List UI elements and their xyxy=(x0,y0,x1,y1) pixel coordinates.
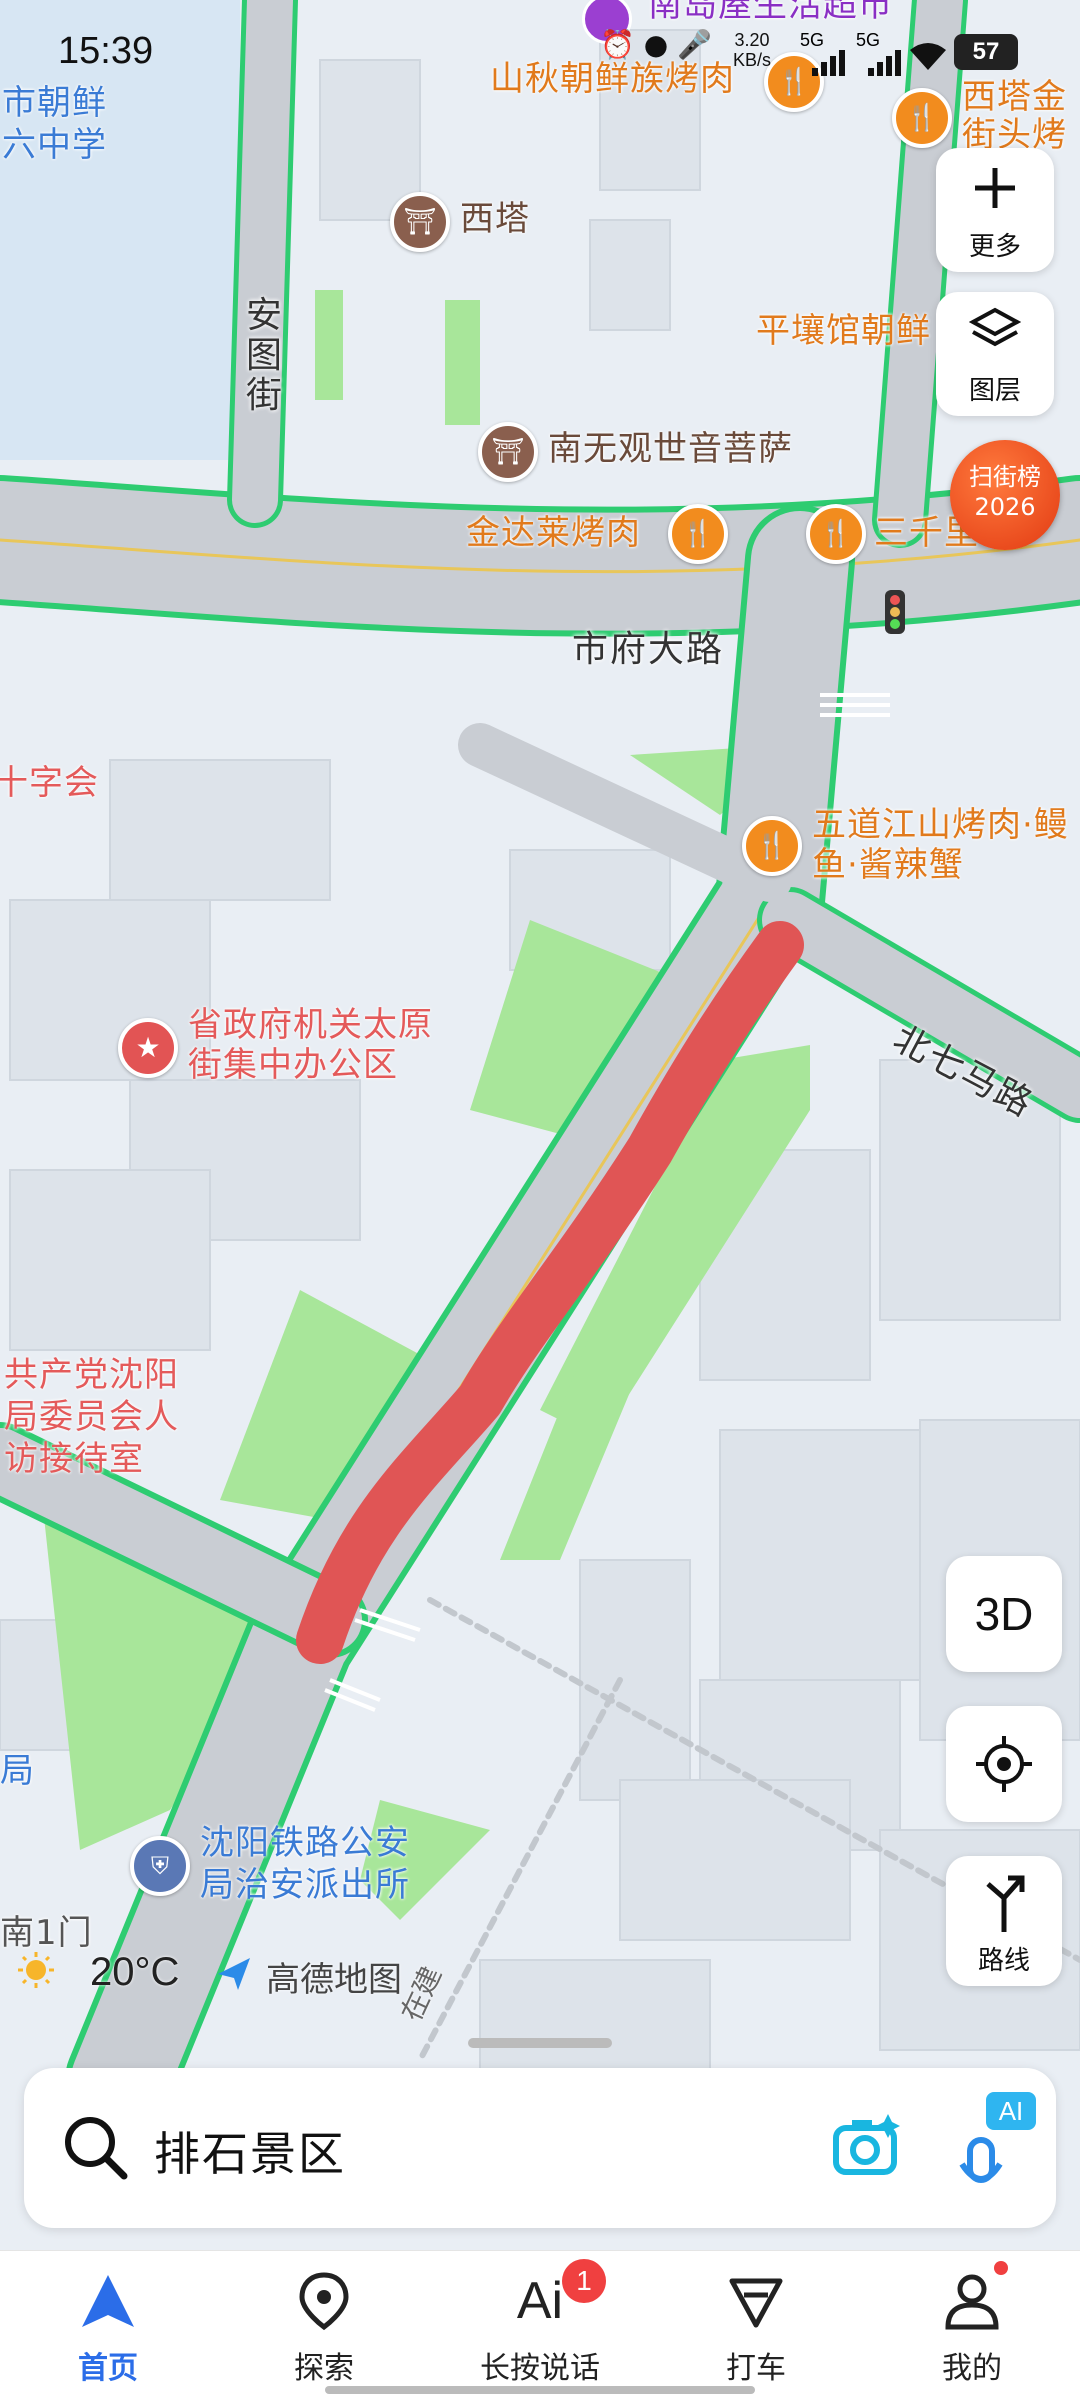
navigation-arrow-icon xyxy=(82,2275,134,2327)
street-antu-label: 安图街 xyxy=(246,295,285,416)
nav-explore-label: 探索 xyxy=(294,2351,354,2386)
poi-xita-label[interactable]: 西塔 xyxy=(460,198,530,240)
police-icon[interactable]: ⛨ xyxy=(130,1836,190,1896)
nav-voice[interactable]: Ai 1 长按说话 xyxy=(432,2251,648,2401)
nav-profile[interactable]: 我的 xyxy=(864,2251,1080,2401)
camera-search-icon[interactable] xyxy=(830,2110,902,2182)
layers-button[interactable]: 图层 xyxy=(936,292,1054,416)
poi-party-label3[interactable]: 访接待室 xyxy=(4,1438,144,1480)
poi-south-gate-label[interactable]: 南1门 xyxy=(0,1912,93,1954)
nav-taxi-label: 打车 xyxy=(726,2351,786,2386)
restaurant-icon[interactable]: 🍴 xyxy=(806,504,866,564)
poi-party-label1[interactable]: 共产党沈阳 xyxy=(4,1354,179,1396)
sun-icon xyxy=(16,1950,56,1990)
locate-icon xyxy=(976,1736,1032,1792)
layers-label: 图层 xyxy=(968,376,1021,406)
amap-logo-icon xyxy=(214,1954,254,1994)
route-label: 路线 xyxy=(977,1946,1030,1976)
poi-nanwu-label[interactable]: 南无观世音菩萨 xyxy=(548,428,793,470)
scan-badge-line1: 扫街榜 xyxy=(969,463,1041,491)
poi-police-label1[interactable]: 沈阳铁路公安 xyxy=(200,1822,410,1864)
nav-home-label: 首页 xyxy=(78,2351,138,2386)
government-icon[interactable]: ★ xyxy=(118,1018,178,1078)
search-input[interactable]: 排石景区 xyxy=(154,2118,346,2184)
nav-explore[interactable]: 探索 xyxy=(216,2251,432,2401)
poi-ju-label[interactable]: 局 xyxy=(0,1750,35,1792)
network-speed-value: 3.20 xyxy=(734,30,770,50)
more-button[interactable]: 更多 xyxy=(936,148,1054,272)
3d-label: 3D xyxy=(974,1588,1034,1640)
status-bar: 15:39 ⏰ ● 🎤 3.20 KB/s 5G 5G 57 xyxy=(0,0,1080,110)
poi-gov-label1[interactable]: 省政府机关太原 xyxy=(188,1004,433,1046)
signal-5g-2: 5G xyxy=(856,30,881,50)
status-time: 15:39 xyxy=(58,30,154,72)
battery-indicator: 57 xyxy=(954,34,1018,70)
home-indicator[interactable] xyxy=(325,2386,755,2394)
poi-redcross-label[interactable]: 十字会 xyxy=(0,762,99,804)
nav-profile-label: 我的 xyxy=(942,2351,1002,2386)
route-icon xyxy=(986,1875,1025,1932)
scan-badge-line2: 2026 xyxy=(974,493,1036,521)
restaurant-icon[interactable]: 🍴 xyxy=(668,504,728,564)
poi-jindalai-label[interactable]: 金达莱烤肉 xyxy=(466,512,641,554)
restaurant-icon[interactable]: 🍴 xyxy=(742,816,802,876)
wifi-icon xyxy=(910,43,946,70)
locate-button[interactable] xyxy=(946,1706,1062,1822)
poi-wudao-label1[interactable]: 五道江山烤肉·鳗 xyxy=(812,804,1069,846)
status-icons: ⏰ ● 🎤 xyxy=(600,28,712,61)
bottom-nav: 首页 探索 Ai 1 长按说话 打车 我的 xyxy=(0,2250,1080,2401)
amap-brand: 高德地图 xyxy=(266,1960,402,2000)
profile-icon xyxy=(945,2274,999,2330)
ai-voice-button[interactable]: AI xyxy=(954,2092,1040,2198)
network-speed-unit: KB/s xyxy=(733,50,772,70)
search-icon xyxy=(65,2117,128,2180)
poi-school-label2[interactable]: 六中学 xyxy=(2,124,107,166)
signal-icon xyxy=(868,50,901,76)
poi-pingrang-label[interactable]: 平壤馆朝鲜 xyxy=(756,310,931,352)
network-speed: 3.20 KB/s xyxy=(733,30,771,70)
more-label: 更多 xyxy=(968,232,1021,262)
layers-icon xyxy=(969,307,1021,347)
nav-voice-badge: 1 xyxy=(562,2259,606,2303)
weather-temp: 20°C xyxy=(90,1950,180,1994)
street-shifu-label: 市府大路 xyxy=(572,629,725,670)
scan-street-badge[interactable]: 扫街榜 2026 xyxy=(950,440,1060,550)
temple-icon[interactable]: ⛩ xyxy=(390,192,450,252)
nav-profile-dot xyxy=(994,2261,1008,2275)
ai-badge: AI xyxy=(986,2092,1036,2130)
poi-wudao-label2[interactable]: 鱼·酱辣蟹 xyxy=(812,844,964,886)
pagoda-icon[interactable]: ⛩ xyxy=(478,422,538,482)
sheet-drag-handle[interactable] xyxy=(468,2038,612,2048)
poi-party-label2[interactable]: 局委员会人 xyxy=(4,1396,179,1438)
poi-gov-label2[interactable]: 街集中办公区 xyxy=(188,1044,398,1086)
location-pin-icon xyxy=(299,2272,349,2331)
search-bar[interactable]: 排石景区 AI xyxy=(24,2068,1056,2228)
poi-police-label2[interactable]: 局治安派出所 xyxy=(200,1864,410,1906)
nav-voice-label: 长按说话 xyxy=(480,2351,600,2386)
taxi-icon xyxy=(729,2278,783,2328)
signal-5g-1: 5G xyxy=(800,30,825,50)
nav-taxi[interactable]: 打车 xyxy=(648,2251,864,2401)
route-button[interactable]: 路线 xyxy=(946,1856,1062,1986)
nav-home[interactable]: 首页 xyxy=(0,2251,216,2401)
3d-button[interactable]: 3D xyxy=(946,1556,1062,1672)
signal-icon xyxy=(812,50,845,76)
plus-icon xyxy=(975,168,1015,208)
